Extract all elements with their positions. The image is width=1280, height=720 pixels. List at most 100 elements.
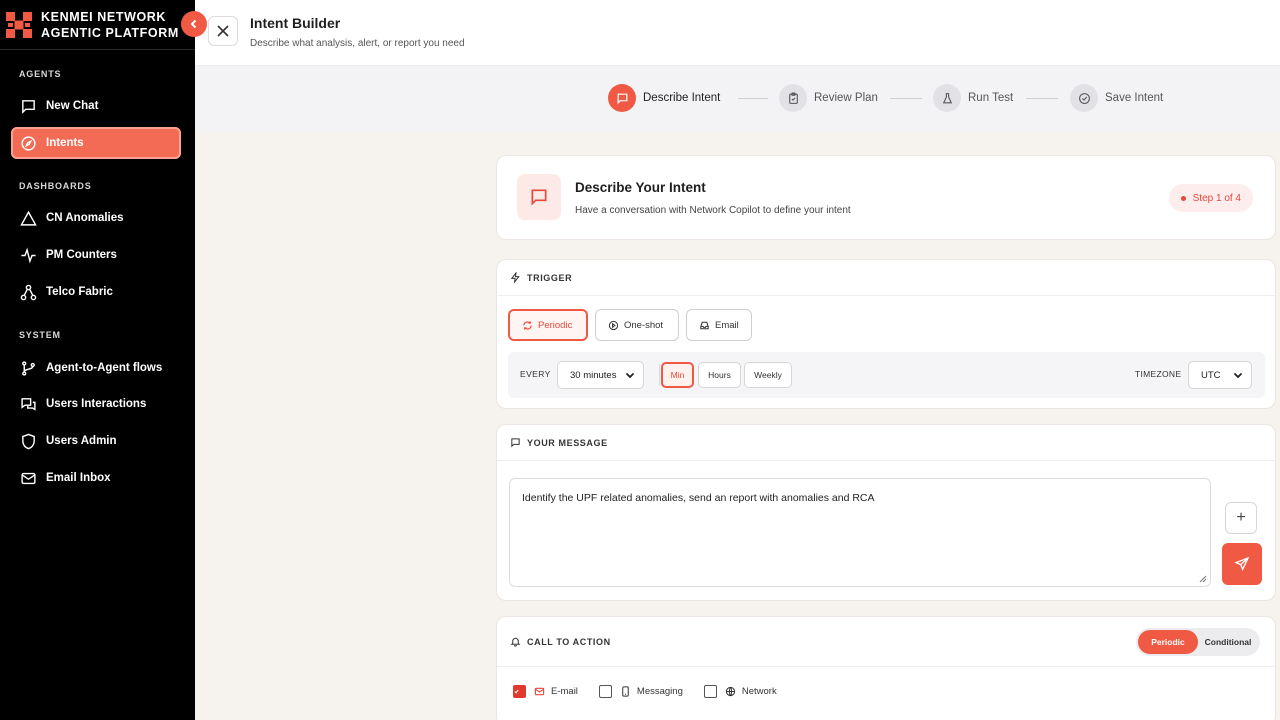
cta-options: E-mail Messaging Network	[513, 685, 798, 698]
intent-subtitle: Have a conversation with Network Copilot…	[575, 205, 851, 216]
step-connector	[890, 98, 922, 99]
status-dot-icon	[1180, 195, 1186, 201]
chevron-left-icon	[190, 19, 197, 29]
cta-option-messaging: Messaging	[598, 685, 683, 698]
sidebar-item-users-admin[interactable]: Users Admin	[11, 425, 181, 457]
timezone-label: TIMEZONE	[1135, 369, 1182, 379]
send-button[interactable]	[1222, 543, 1262, 585]
sidebar-item-label: CN Anomalies	[46, 212, 124, 224]
step-connector	[1026, 98, 1058, 99]
close-button[interactable]	[208, 16, 238, 46]
step-run-test[interactable]: Run Test	[933, 84, 1013, 112]
sidebar-item-label: Email Inbox	[46, 472, 111, 484]
sidebar-item-pm-counters[interactable]: PM Counters	[11, 239, 181, 271]
timezone-select[interactable]: UTC	[1188, 361, 1252, 389]
sidebar-item-label: Intents	[46, 137, 84, 149]
step-badge-label: Step 1 of 4	[1192, 192, 1241, 204]
trigger-periodic-label: Periodic	[538, 319, 573, 331]
trigger-email-button[interactable]: Email	[686, 309, 752, 341]
sidebar-item-agent-flows[interactable]: Agent-to-Agent flows	[11, 352, 181, 384]
close-icon	[217, 25, 229, 37]
step-connector	[738, 98, 768, 99]
check-icon	[514, 689, 519, 694]
email-checkbox[interactable]	[513, 685, 526, 698]
interval-select[interactable]: 30 minutes	[557, 361, 644, 389]
chevron-down-icon	[625, 372, 635, 379]
cta-option-network: Network	[703, 685, 777, 698]
compass-icon	[21, 135, 36, 151]
step-save-intent[interactable]: Save Intent	[1070, 84, 1163, 112]
play-circle-icon	[608, 320, 619, 330]
trigger-oneshot-label: One-shot	[624, 319, 664, 331]
intent-card: Describe Your Intent Have a conversation…	[496, 155, 1276, 240]
branch-icon	[22, 360, 35, 376]
sidebar-item-label: New Chat	[46, 100, 99, 112]
message-text: Identify the UPF related anomalies, send…	[522, 492, 875, 504]
intent-title: Describe Your Intent	[575, 180, 706, 195]
message-textarea[interactable]: Identify the UPF related anomalies, send…	[509, 478, 1211, 587]
chat-icon	[617, 93, 627, 104]
stepper: Describe Intent Review Plan Run Test Sav…	[195, 66, 1280, 132]
sidebar-collapse-button[interactable]	[181, 11, 207, 37]
messaging-checkbox[interactable]	[598, 685, 612, 698]
network-checkbox[interactable]	[703, 685, 717, 698]
every-label: EVERY	[520, 369, 551, 379]
chat-icon	[511, 438, 520, 448]
message-card: YOUR MESSAGE Identify the UPF related an…	[496, 424, 1276, 601]
logo-icon	[6, 11, 32, 38]
step-label: Review Plan	[814, 92, 878, 104]
clipboard-icon	[788, 92, 798, 104]
sidebar-item-users-interactions[interactable]: Users Interactions	[11, 388, 181, 420]
brand-line-2: AGENTIC PLATFORM	[41, 25, 179, 40]
cta-conditional-toggle[interactable]: Conditional	[1198, 630, 1258, 654]
cta-option-label: Messaging	[636, 686, 683, 697]
divider	[659, 364, 660, 386]
sidebar-item-cn-anomalies[interactable]: CN Anomalies	[11, 202, 181, 234]
cta-option-label: E-mail	[551, 686, 578, 697]
brand: KENMEI NETWORK AGENTIC PLATFORM	[0, 0, 195, 50]
check-circle-icon	[1078, 92, 1090, 104]
sidebar: KENMEI NETWORK AGENTIC PLATFORM AGENTS N…	[0, 0, 195, 720]
shield-icon	[22, 433, 35, 449]
trigger-card: TRIGGER Periodic One-shot Email EVERY 30…	[496, 259, 1276, 409]
brand-line-1: KENMEI NETWORK	[41, 9, 167, 24]
sidebar-item-email-inbox[interactable]: Email Inbox	[11, 462, 181, 494]
inbox-icon	[700, 321, 709, 329]
mail-icon	[534, 687, 545, 696]
phone-icon	[622, 686, 629, 697]
sidebar-item-new-chat[interactable]: New Chat	[11, 90, 181, 122]
cta-heading-label: CALL TO ACTION	[527, 636, 611, 647]
globe-icon	[725, 686, 736, 697]
step-review-plan[interactable]: Review Plan	[779, 84, 878, 112]
section-dashboards: DASHBOARDS	[19, 181, 92, 191]
sidebar-item-telco-fabric[interactable]: Telco Fabric	[11, 276, 181, 308]
sidebar-item-intents[interactable]: Intents	[11, 127, 181, 159]
sidebar-item-label: Telco Fabric	[46, 286, 113, 298]
cta-option-email: E-mail	[513, 685, 578, 698]
network-icon	[20, 284, 37, 300]
trigger-oneshot-button[interactable]: One-shot	[595, 309, 679, 341]
unit-hours-button[interactable]: Hours	[698, 362, 741, 388]
sidebar-item-label: Users Admin	[46, 435, 117, 447]
unit-min-button[interactable]: Min	[661, 362, 694, 388]
unit-weekly-button[interactable]: Weekly	[744, 362, 792, 388]
lightning-icon	[510, 272, 520, 283]
interval-select-value: 30 minutes	[570, 369, 617, 381]
trigger-heading: TRIGGER	[497, 260, 1275, 296]
add-attachment-button[interactable]: +	[1225, 502, 1257, 534]
message-heading-label: YOUR MESSAGE	[527, 437, 608, 448]
messages-icon	[21, 397, 36, 411]
step-badge: Step 1 of 4	[1168, 184, 1253, 212]
sidebar-item-label: Users Interactions	[46, 398, 147, 410]
step-label: Save Intent	[1105, 92, 1164, 104]
chat-icon	[22, 99, 35, 114]
timezone-select-value: UTC	[1201, 369, 1221, 381]
cta-periodic-toggle[interactable]: Periodic	[1138, 630, 1198, 654]
resize-handle-icon[interactable]	[1199, 575, 1207, 583]
message-heading: YOUR MESSAGE	[497, 425, 1275, 461]
trigger-email-label: Email	[715, 319, 739, 331]
section-agents: AGENTS	[19, 69, 62, 79]
intent-icon-box	[517, 174, 561, 220]
trigger-periodic-button[interactable]: Periodic	[508, 309, 588, 341]
step-describe-intent[interactable]: Describe Intent	[608, 84, 720, 112]
